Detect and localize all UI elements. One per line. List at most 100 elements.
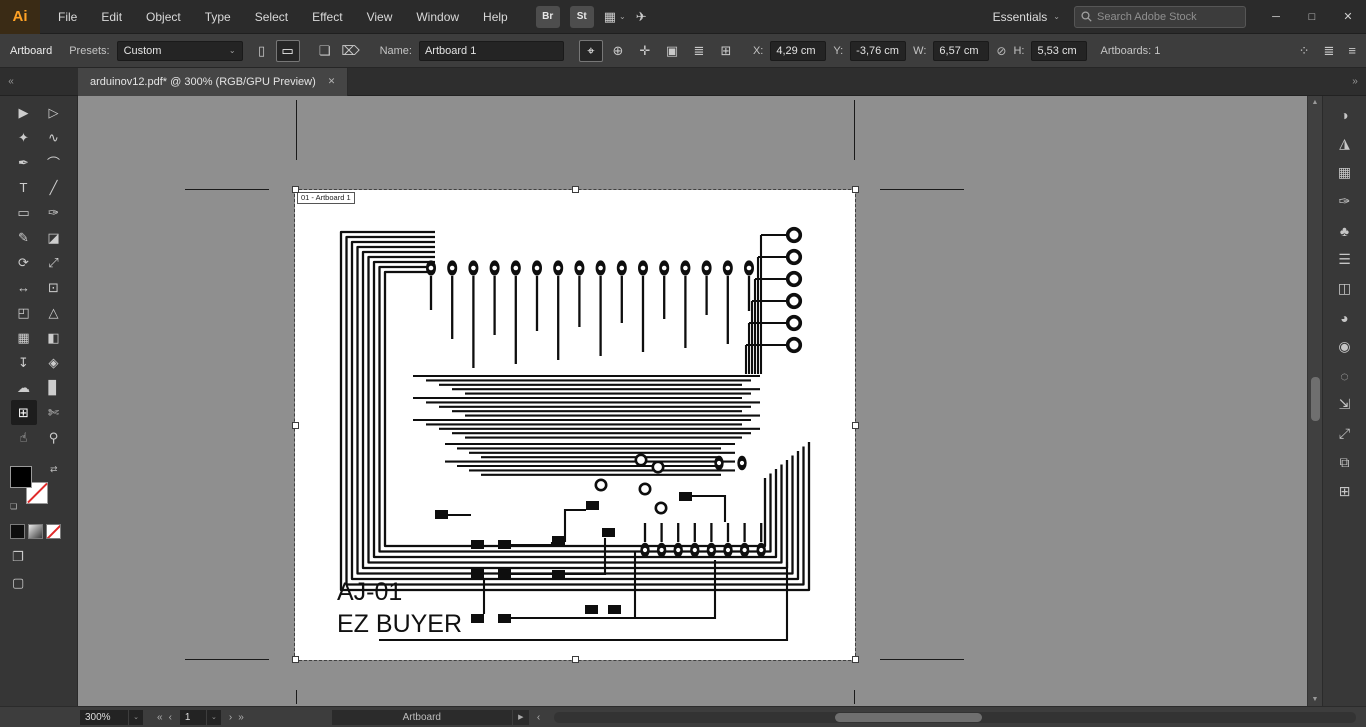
move-copy-artwork-toggle[interactable]: ⌖ (578, 39, 603, 62)
selection-handle[interactable] (292, 656, 299, 663)
width-tool[interactable]: ↔ (11, 275, 37, 300)
menu-item-object[interactable]: Object (134, 0, 193, 34)
swap-fill-stroke-icon[interactable]: ⇄ (50, 464, 58, 475)
menu-item-effect[interactable]: Effect (300, 0, 354, 34)
column-graph-tool[interactable]: ▊ (41, 375, 67, 400)
scale-tool[interactable]: ⤢ (41, 250, 67, 275)
canvas[interactable]: AJ-01 EZ BUYER 01 - Artboard 1 (78, 96, 1307, 706)
selection-tool[interactable]: ▶ (11, 100, 37, 125)
selection-handle[interactable] (572, 656, 579, 663)
stroke-panel-icon[interactable]: ☰ (1323, 245, 1366, 274)
artboard-options-icon[interactable]: ≣ (687, 40, 711, 62)
collapse-right-panel-icon[interactable]: » (1344, 68, 1366, 96)
next-artboard-button[interactable]: › (229, 712, 232, 723)
scroll-left-icon[interactable]: ‹ (537, 712, 540, 723)
zoom-level-dropdown[interactable]: 300% (80, 709, 128, 725)
first-artboard-button[interactable]: « (157, 712, 163, 723)
line-segment-tool[interactable]: ╱ (41, 175, 67, 200)
symbol-sprayer-tool[interactable]: ☁ (11, 375, 37, 400)
stock-search-input[interactable] (1097, 10, 1239, 23)
color-button[interactable] (10, 524, 25, 539)
horizontal-scrollbar[interactable] (554, 711, 1356, 723)
hand-tool[interactable]: ☝ (11, 425, 37, 450)
eraser-tool[interactable]: ◪ (41, 225, 67, 250)
h-input[interactable] (1031, 40, 1088, 61)
type-tool[interactable]: T (11, 175, 37, 200)
arrange-documents-button[interactable]: ▦ ⌄ (604, 9, 626, 25)
layers-panel-icon[interactable]: ⧉ (1323, 448, 1366, 477)
graphic-styles-panel-icon[interactable]: ◌ (1323, 361, 1366, 390)
status-display-menu-icon[interactable]: ▶ (512, 709, 529, 725)
w-input[interactable] (933, 40, 990, 61)
delete-artboard-icon[interactable]: ⌦ (339, 40, 363, 62)
selection-handle[interactable] (852, 422, 859, 429)
pen-tool[interactable]: ✒ (11, 150, 37, 175)
color-panel-icon[interactable]: ◑ (1323, 100, 1366, 129)
fill-swatch[interactable] (10, 466, 32, 488)
panel-menu-icon[interactable]: ≡ (1348, 43, 1356, 58)
selection-handle[interactable] (292, 186, 299, 193)
paintbrush-tool[interactable]: ✑ (41, 200, 67, 225)
scroll-up-icon[interactable]: ▲ (1312, 99, 1319, 106)
navigator-panel-icon[interactable]: ⤢ (1323, 419, 1366, 448)
horizontal-scroll-thumb[interactable] (834, 712, 982, 722)
default-fill-stroke-icon[interactable]: ❏ (10, 502, 17, 511)
chevron-down-icon[interactable]: ⌄ (206, 709, 221, 725)
magic-wand-tool[interactable]: ✦ (11, 125, 37, 150)
slice-tool[interactable]: ✄ (41, 400, 67, 425)
menu-item-select[interactable]: Select (243, 0, 300, 34)
asset-export-panel-icon[interactable]: ⇲ (1323, 390, 1366, 419)
scroll-down-icon[interactable]: ▼ (1312, 696, 1319, 703)
previous-artboard-button[interactable]: ‹ (169, 712, 172, 723)
rotate-tool[interactable]: ⟳ (11, 250, 37, 275)
symbols-panel-icon[interactable]: ♣ (1323, 216, 1366, 245)
menu-item-window[interactable]: Window (404, 0, 471, 34)
flow-options-icon[interactable]: ≣ (1324, 43, 1335, 59)
brushes-panel-icon[interactable]: ✑ (1323, 187, 1366, 216)
artboard-name-input[interactable] (418, 40, 564, 61)
transparency-panel-icon[interactable]: ◕ (1323, 303, 1366, 332)
zoom-tool[interactable]: ⚲ (41, 425, 67, 450)
selection-handle[interactable] (852, 186, 859, 193)
shaper-tool[interactable]: ✎ (11, 225, 37, 250)
stock-button[interactable]: St (569, 5, 594, 28)
selection-handle[interactable] (292, 422, 299, 429)
eyedropper-tool[interactable]: ↧ (11, 350, 37, 375)
stock-search[interactable] (1074, 5, 1246, 28)
constrain-proportions-icon[interactable]: ⊘ (996, 44, 1006, 58)
dots-grid-icon[interactable]: ⁘ (1299, 43, 1310, 59)
portrait-orientation-icon[interactable]: ▯ (250, 40, 274, 62)
minimize-button[interactable]: ─ (1258, 0, 1294, 34)
show-center-mark-icon[interactable]: ⊕ (606, 40, 630, 62)
gradient-panel-icon[interactable]: ◫ (1323, 274, 1366, 303)
close-button[interactable]: ✕ (1330, 0, 1366, 34)
last-artboard-button[interactable]: » (238, 712, 244, 723)
artboards-panel-icon[interactable]: ⊞ (1323, 477, 1366, 506)
collapse-left-panel-icon[interactable]: « (0, 68, 22, 96)
show-cross-hairs-icon[interactable]: ✛ (633, 40, 657, 62)
show-video-safe-areas-icon[interactable]: ▣ (660, 40, 684, 62)
appearance-panel-icon[interactable]: ◉ (1323, 332, 1366, 361)
menu-item-view[interactable]: View (355, 0, 405, 34)
curvature-tool[interactable]: ⌒ (41, 150, 67, 175)
color-guide-panel-icon[interactable]: ◮ (1323, 129, 1366, 158)
presets-dropdown[interactable]: Custom ⌄ (116, 40, 243, 61)
drawing-modes-icon[interactable]: ❐ (12, 549, 77, 565)
x-input[interactable] (770, 40, 827, 61)
rectangle-tool[interactable]: ▭ (11, 200, 37, 225)
shape-builder-tool[interactable]: ◰ (11, 300, 37, 325)
gradient-tool[interactable]: ◧ (41, 325, 67, 350)
perspective-grid-tool[interactable]: △ (41, 300, 67, 325)
menu-item-help[interactable]: Help (471, 0, 520, 34)
vertical-scroll-thumb[interactable] (1311, 376, 1320, 421)
gradient-button[interactable] (28, 524, 43, 539)
maximize-button[interactable]: □ (1294, 0, 1330, 34)
selection-handle[interactable] (852, 656, 859, 663)
artboard-tool[interactable]: ⊞ (10, 400, 37, 425)
free-transform-tool[interactable]: ⊡ (41, 275, 67, 300)
share-button[interactable]: ✈ (636, 9, 647, 25)
menu-item-edit[interactable]: Edit (89, 0, 134, 34)
selection-handle[interactable] (572, 186, 579, 193)
landscape-orientation-icon[interactable]: ▭ (275, 39, 300, 62)
rearrange-artboards-icon[interactable]: ⊞ (714, 40, 738, 62)
